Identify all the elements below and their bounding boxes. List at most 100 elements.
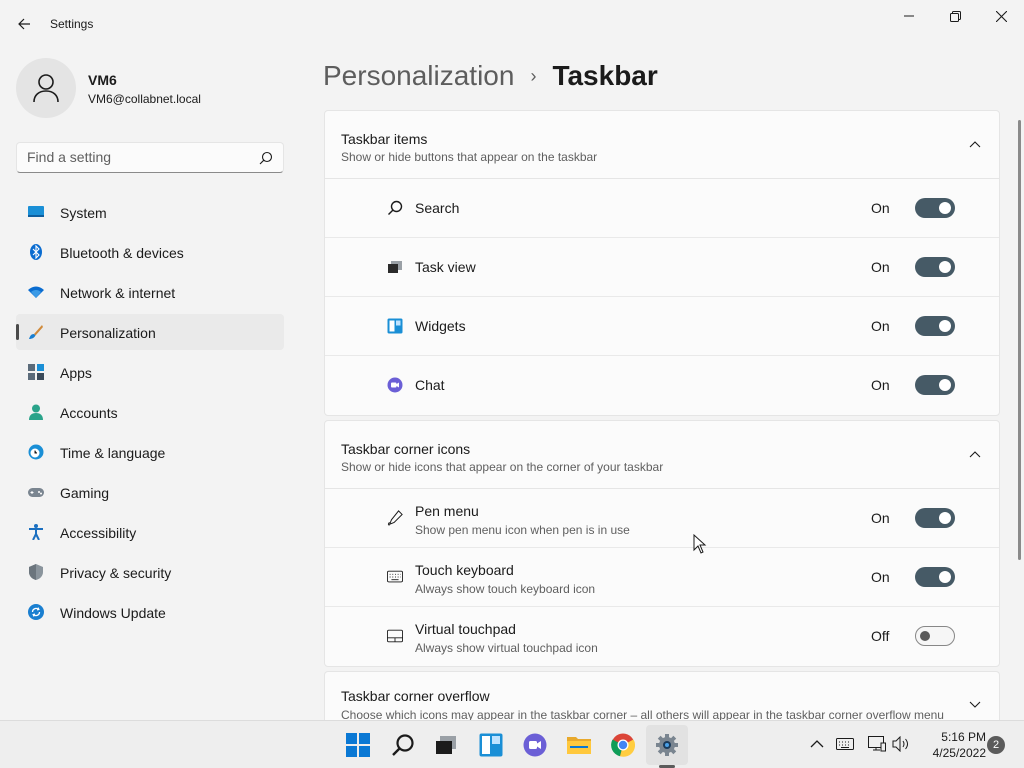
page-title: Taskbar [552, 60, 658, 91]
back-button[interactable] [10, 8, 38, 40]
sidebar-item-label: Personalization [60, 325, 156, 341]
wifi-icon [28, 286, 44, 298]
sidebar-item-bluetooth[interactable]: Bluetooth & devices [16, 234, 284, 270]
sidebar-item-privacy[interactable]: Privacy & security [16, 554, 284, 590]
section-subtitle: Choose which icons may appear in the tas… [341, 708, 944, 720]
widgets-icon [479, 733, 503, 757]
sidebar-item-gaming[interactable]: Gaming [16, 474, 284, 510]
volume-tray-button[interactable] [892, 735, 910, 753]
setting-row-chat: Chat On [325, 356, 999, 415]
chat-toggle[interactable] [915, 375, 955, 395]
app-title: Settings [50, 17, 94, 31]
virtual-touchpad-toggle[interactable] [915, 626, 955, 646]
taskbar-items-header[interactable]: Taskbar items Show or hide buttons that … [325, 111, 999, 179]
sidebar-item-windows-update[interactable]: Windows Update [16, 594, 284, 630]
notification-badge[interactable]: 2 [987, 736, 1005, 754]
user-email: VM6@collabnet.local [88, 92, 201, 106]
widgets-toggle[interactable] [915, 316, 955, 336]
task-view-icon [388, 261, 402, 273]
chevron-up-icon [969, 451, 981, 458]
chevron-down-icon [969, 701, 981, 708]
task-view-button[interactable] [433, 732, 459, 758]
sidebar-item-label: Accounts [60, 405, 118, 421]
mouse-cursor-icon [693, 534, 707, 554]
chrome-icon [611, 733, 635, 757]
setting-description: Always show touch keyboard icon [415, 582, 596, 596]
widgets-button[interactable] [478, 732, 504, 758]
taskbar-items-card: Taskbar items Show or hide buttons that … [324, 110, 1000, 416]
setting-label: Task view [415, 259, 476, 275]
start-button[interactable] [345, 732, 371, 758]
taskbar-corner-icons-header[interactable]: Taskbar corner icons Show or hide icons … [325, 421, 999, 489]
widgets-icon [387, 318, 403, 334]
pen-icon [387, 510, 403, 526]
setting-row-search: Search On [325, 179, 999, 238]
touch-keyboard-tray-button[interactable] [836, 735, 854, 753]
search-input[interactable] [27, 149, 247, 165]
taskbar-search-button[interactable] [390, 732, 416, 758]
network-tray-button[interactable] [868, 735, 886, 753]
show-hidden-icons-button[interactable] [808, 735, 826, 753]
monitor-icon [28, 206, 44, 217]
chat-icon [523, 733, 547, 757]
chrome-button[interactable] [610, 732, 636, 758]
setting-label: Search [415, 200, 460, 216]
chevron-up-icon [810, 740, 824, 748]
setting-label: Virtual touchpad [415, 621, 516, 637]
minimize-button[interactable] [886, 0, 932, 32]
avatar[interactable] [16, 58, 76, 118]
update-icon [28, 604, 44, 620]
sidebar-item-network[interactable]: Network & internet [16, 274, 284, 310]
chat-icon [387, 377, 403, 393]
sidebar-nav: System Bluetooth & devices Network & int… [16, 194, 284, 634]
sidebar-item-label: Bluetooth & devices [60, 245, 184, 261]
setting-row-task-view: Task view On [325, 238, 999, 297]
chat-button[interactable] [522, 732, 548, 758]
chevron-up-icon [969, 141, 981, 148]
setting-row-pen-menu: Pen menu Show pen menu icon when pen is … [325, 489, 999, 548]
sidebar-item-system[interactable]: System [16, 194, 284, 230]
search-icon [388, 200, 403, 215]
file-explorer-button[interactable] [566, 732, 592, 758]
toggle-state-label: Off [871, 628, 890, 644]
setting-label: Touch keyboard [415, 562, 514, 578]
clock-globe-icon [28, 444, 44, 460]
bluetooth-icon [30, 244, 42, 260]
task-view-toggle[interactable] [915, 257, 955, 277]
setting-row-virtual-touchpad: Virtual touchpad Always show virtual tou… [325, 607, 999, 666]
taskbar-corner-overflow-card[interactable]: Taskbar corner overflow Choose which ico… [324, 671, 1000, 720]
keyboard-icon [387, 570, 403, 583]
search-toggle[interactable] [915, 198, 955, 218]
section-title: Taskbar corner icons [341, 441, 471, 457]
section-subtitle: Show or hide icons that appear on the co… [341, 460, 664, 474]
taskbar: 5:16 PM 4/25/2022 2 [0, 720, 1024, 768]
sidebar-item-time-language[interactable]: Time & language [16, 434, 284, 470]
sidebar-item-accounts[interactable]: Accounts [16, 394, 284, 430]
section-title: Taskbar items [341, 131, 428, 147]
sidebar-item-accessibility[interactable]: Accessibility [16, 514, 284, 550]
toggle-state-label: On [871, 377, 890, 393]
sidebar-item-personalization[interactable]: Personalization [16, 314, 284, 350]
scrollbar[interactable] [1018, 120, 1021, 560]
setting-row-widgets: Widgets On [325, 297, 999, 356]
sidebar-item-label: Apps [60, 365, 92, 381]
taskbar-clock[interactable]: 5:16 PM 4/25/2022 [922, 729, 986, 761]
breadcrumb-parent[interactable]: Personalization [323, 60, 514, 92]
restore-icon [949, 10, 961, 22]
search-box[interactable] [16, 142, 284, 173]
network-icon [868, 736, 886, 752]
user-name: VM6 [88, 72, 117, 88]
setting-label: Widgets [415, 318, 466, 334]
breadcrumb-separator: › [530, 65, 537, 86]
sidebar-item-apps[interactable]: Apps [16, 354, 284, 390]
setting-description: Always show virtual touchpad icon [415, 641, 598, 655]
clock-date: 4/25/2022 [932, 746, 986, 760]
touch-keyboard-toggle[interactable] [915, 567, 955, 587]
restore-button[interactable] [932, 0, 978, 32]
setting-label: Chat [415, 377, 445, 393]
pen-menu-toggle[interactable] [915, 508, 955, 528]
toggle-state-label: On [871, 200, 890, 216]
settings-taskbar-button[interactable] [654, 732, 680, 758]
close-button[interactable] [978, 0, 1024, 32]
sidebar-item-label: Privacy & security [60, 565, 172, 581]
